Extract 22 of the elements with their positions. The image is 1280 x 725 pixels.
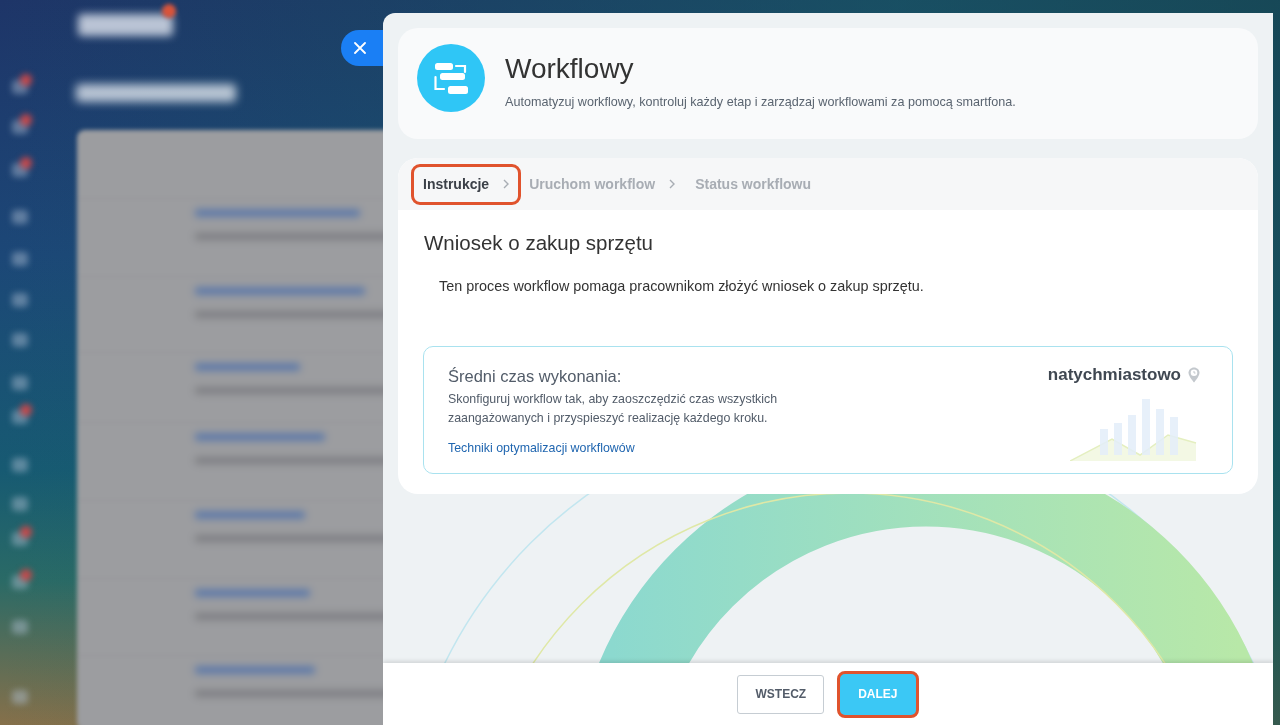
process-title: Wniosek o zakup sprzętu [423,230,655,256]
clock-pin-icon [1188,367,1200,383]
close-button[interactable] [341,30,383,66]
duration-hint: Skonfiguruj workflow tak, aby zaoszczędzić czas wszystkich zaangażowanych i przyspieszyć realizację każdego kroku. [448,391,779,427]
chart-bar [1114,423,1122,455]
back-button[interactable]: WSTECZ [737,674,825,714]
chart-bar [1170,417,1178,455]
chart-bar [1142,399,1150,455]
stacked-blocks-icon [417,44,485,112]
app-subtitle: Automatyzuj workflowy, kontroluj każdy etap i zarządzaj workflowami za pomocą smartfona. [505,94,1016,110]
chart-bar [1128,415,1136,455]
step-tab[interactable]: Instrukcje [411,163,522,205]
chart-bar [1156,409,1164,455]
chevron-icon [669,179,676,189]
chart-bar [1100,429,1108,455]
app-title: Workflowy [505,52,635,86]
process-description: Ten proces workflow pomaga pracownikom złożyć wniosek o zakup sprzętu. [439,277,925,295]
chevron-icon [503,179,510,189]
optimization-link[interactable]: Techniki optymalizacji workflowów [448,441,635,455]
duration-label: Średni czas wykonania: [448,366,623,387]
duration-value: natychmiastowo [1047,365,1181,385]
close-icon [354,42,366,54]
